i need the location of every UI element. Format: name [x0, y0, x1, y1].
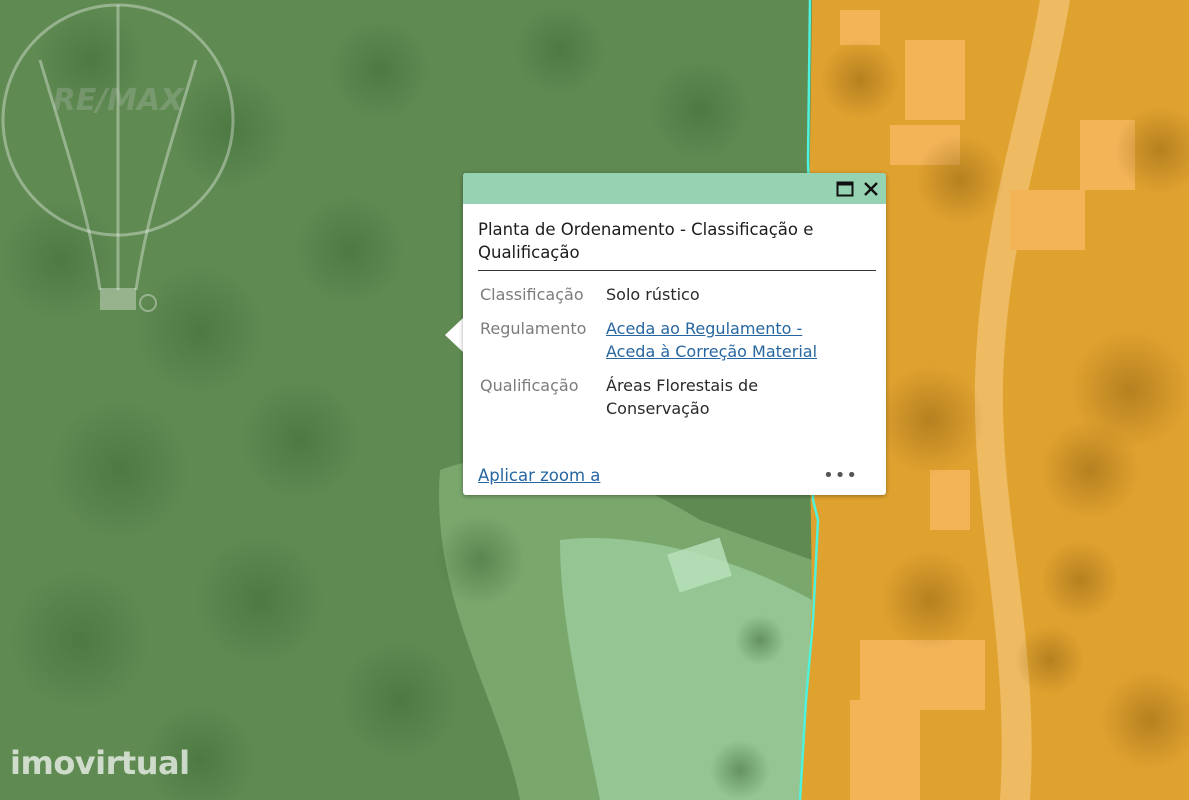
attribute-value: Solo rústico [606, 285, 700, 304]
attribute-value: Áreas Florestais de Conservação [606, 376, 759, 418]
popup-title: Planta de Ordenamento - Classificação e … [478, 218, 876, 271]
attribute-row: Classificação Solo rústico [480, 283, 826, 317]
attribute-table: Classificação Solo rústico Regulamento A… [480, 283, 826, 431]
regulamento-link[interactable]: Aceda ao Regulamento - [606, 317, 826, 340]
attribute-key: Classificação [480, 285, 584, 304]
zoom-to-link[interactable]: Aplicar zoom a [478, 466, 600, 485]
attribute-value: Aceda ao Regulamento - Aceda à Correção … [606, 317, 826, 374]
more-options-button[interactable]: ••• [823, 465, 858, 486]
attribute-key: Regulamento [480, 319, 587, 338]
popup-footer: Aplicar zoom a ••• [478, 463, 858, 487]
popup-pointer [445, 318, 463, 352]
attribute-key: Qualificação [480, 376, 579, 395]
attribute-row: Qualificação Áreas Florestais de Conserv… [480, 374, 826, 431]
brand-watermark: imovirtual [10, 744, 190, 782]
correcao-material-link[interactable]: Aceda à Correção Material [606, 340, 826, 363]
close-icon[interactable] [860, 178, 882, 200]
attribute-row: Regulamento Aceda ao Regulamento - Aceda… [480, 317, 826, 374]
feature-popup: Planta de Ordenamento - Classificação e … [463, 173, 886, 495]
maximize-icon[interactable] [834, 178, 856, 200]
popup-header [463, 173, 886, 204]
